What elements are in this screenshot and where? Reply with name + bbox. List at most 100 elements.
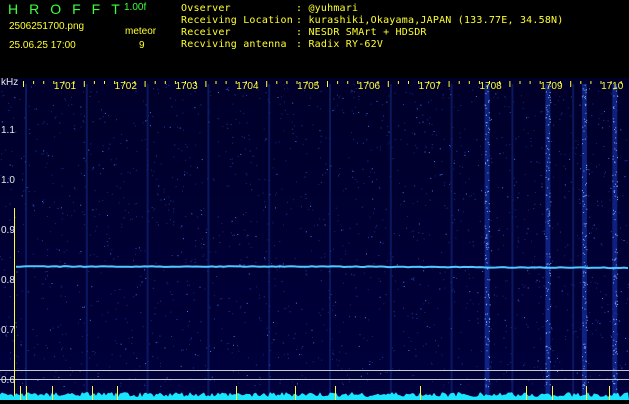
noise-dot [275,142,276,143]
noise-dot [438,345,439,346]
interference-dot [585,247,586,248]
noise-dot [364,273,365,274]
noise-dot [394,311,395,312]
spectrum-spike [420,386,421,400]
spectrum-spike [609,386,610,400]
noise-dot [10,165,11,166]
noise-dot [141,140,142,141]
noise-dot [188,325,189,326]
noise-dot [285,110,286,111]
noise-dot [28,292,29,293]
noise-dot [551,141,552,142]
interference-dot [546,321,547,322]
noise-dot [80,251,81,252]
noise-dot [132,337,133,338]
noise-dot [579,238,580,239]
noise-dot [150,112,151,113]
noise-dot [460,166,461,167]
noise-dot [234,235,235,236]
noise-dot [565,286,566,287]
noise-dot [352,177,353,178]
interference-dot [582,143,583,144]
interference-dot [549,211,550,212]
noise-dot [621,368,622,369]
noise-dot [540,204,541,205]
noise-dot [210,95,211,96]
noise-dot [238,373,239,374]
noise-dot [189,157,190,158]
interference-dot [487,211,488,212]
noise-dot [428,285,429,286]
noise-dot [94,254,95,255]
noise-dot [482,271,483,272]
noise-dot [197,217,198,218]
noise-dot [200,340,201,341]
time-tick [94,81,95,84]
noise-dot [372,362,373,363]
noise-dot [165,348,166,349]
noise-dot [528,209,529,210]
noise-dot [627,351,628,352]
noise-dot [350,92,351,93]
noise-dot [0,372,1,373]
noise-dot [607,304,608,305]
noise-dot [267,239,268,240]
interference-dot [549,299,550,300]
noise-dot [598,205,599,206]
noise-dot [592,333,593,334]
interference-dot [489,211,490,212]
interference-dot [489,279,490,280]
noise-dot [516,182,517,183]
interference-dot [488,102,489,103]
time-tick [266,81,267,87]
noise-dot [598,124,599,125]
noise-dot [301,354,302,355]
interference-dot [586,169,587,170]
time-tick [388,81,389,87]
noise-dot [493,97,494,98]
noise-dot [89,358,90,359]
noise-dot [627,299,628,300]
noise-dot [559,96,560,97]
noise-dot [562,291,563,292]
noise-dot [320,108,321,109]
interference-dot [490,304,491,305]
noise-dot [74,125,75,126]
noise-dot [543,277,544,278]
noise-dot [598,321,599,322]
noise-dot [161,200,162,201]
noise-dot [449,145,450,146]
noise-dot [234,336,235,337]
time-tick [590,81,591,84]
noise-dot [412,375,413,376]
noise-dot [276,258,277,259]
noise-dot [37,344,38,345]
noise-dot [205,365,206,366]
noise-dot [283,291,284,292]
noise-dot [145,363,146,364]
time-tick [145,81,146,87]
noise-dot [609,191,610,192]
noise-dot [529,273,530,274]
noise-dot [578,144,579,145]
noise-dot [355,287,356,288]
noise-dot [505,97,506,98]
noise-dot [222,126,223,127]
interference-dot [583,282,584,283]
noise-dot [228,185,229,186]
noise-dot [53,183,54,184]
noise-dot [620,129,621,130]
noise-dot [165,316,166,317]
noise-dot [47,255,48,256]
noise-dot [258,195,259,196]
noise-dot [498,314,499,315]
noise-dot [541,369,542,370]
noise-dot [409,337,410,338]
noise-dot [61,207,62,208]
noise-dot [405,130,406,131]
noise-dot [195,184,196,185]
noise-dot [476,96,477,97]
noise-dot [588,382,589,383]
noise-dot [16,363,17,364]
noise-dot [593,154,594,155]
